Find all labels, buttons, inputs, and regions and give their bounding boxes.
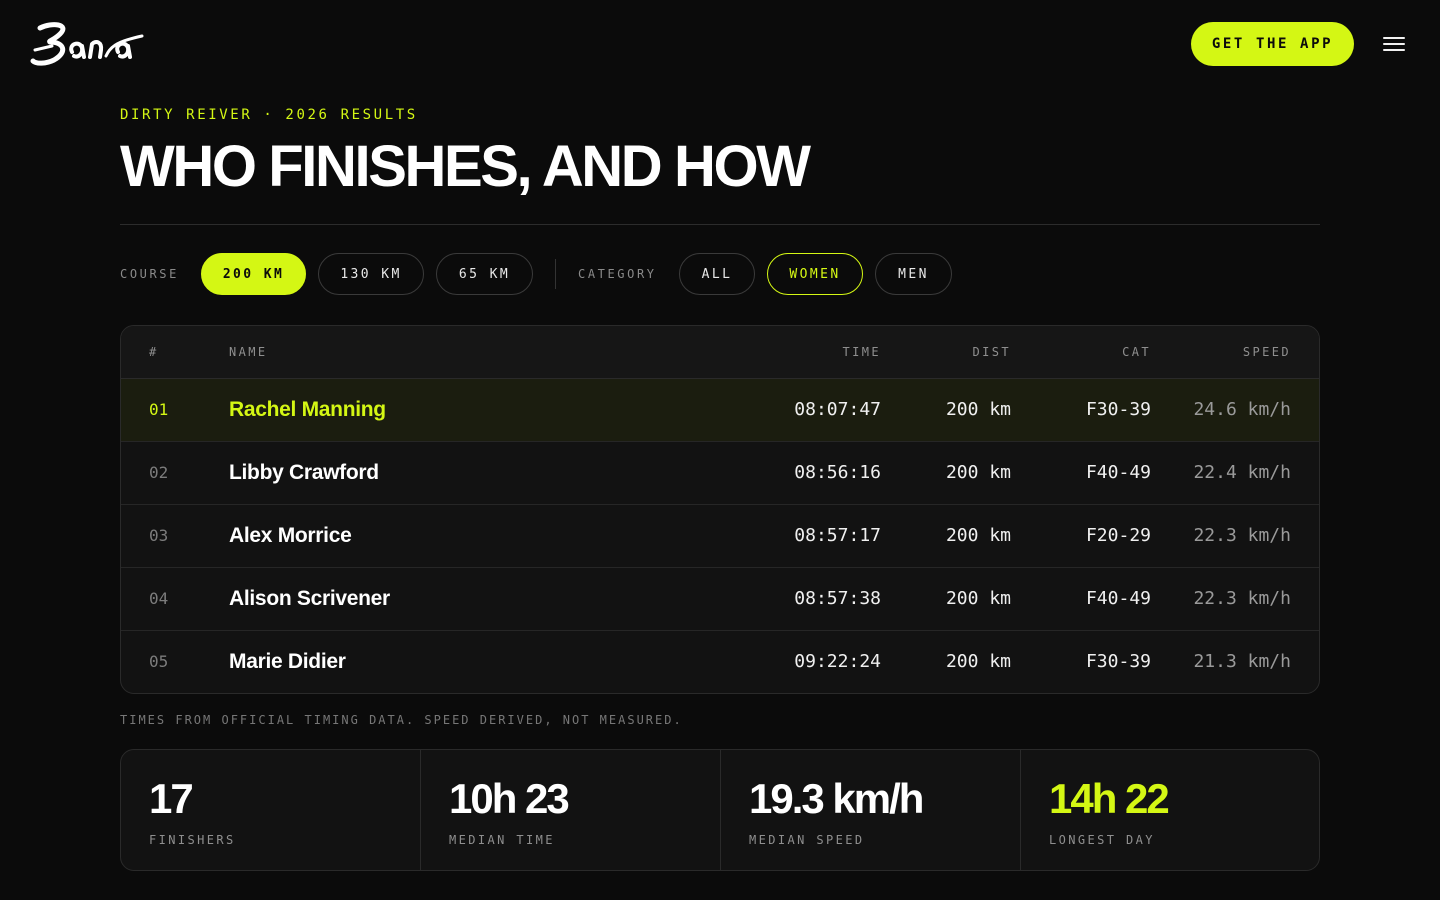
brand-logo-wordmark	[30, 22, 144, 66]
course-filter-label: COURSE	[120, 267, 179, 281]
row-dist: 200 km	[945, 588, 1011, 609]
stat-label: LONGEST DAY	[1049, 833, 1155, 847]
category-filter-label: CATEGORY	[578, 267, 657, 281]
row-speed: 22.3 km/h	[1193, 525, 1291, 546]
row-name: Marie Didier	[229, 650, 346, 673]
row-speed: 22.4 km/h	[1193, 462, 1291, 483]
row-name: Libby Crawford	[229, 461, 379, 484]
category-men-pill[interactable]: MEN	[875, 253, 952, 295]
stat-value: 14h 22	[1049, 775, 1170, 822]
hamburger-icon-line	[1383, 43, 1405, 45]
category-women-pill[interactable]: WOMEN	[767, 253, 863, 295]
page-title: WHO FINISHES, AND HOW	[120, 134, 811, 199]
row-rank: 03	[149, 526, 169, 545]
row-cat: F40-49	[1085, 588, 1151, 609]
row-dist: 200 km	[945, 399, 1011, 420]
stat-value: 19.3 km/h	[749, 775, 924, 822]
row-rank: 02	[149, 463, 169, 482]
filter-bar: COURSE 200 KM 130 KM 65 KM CATEGORY ALL …	[120, 253, 1320, 295]
hamburger-icon-line	[1383, 49, 1405, 51]
column-header-name[interactable]: NAME	[229, 345, 268, 359]
column-header-speed[interactable]: SPEED	[1243, 345, 1291, 359]
section-divider	[120, 224, 1320, 225]
row-name: Rachel Manning	[229, 398, 386, 421]
column-header-dist[interactable]: DIST	[973, 345, 1012, 359]
course-65km-pill[interactable]: 65 KM	[436, 253, 533, 295]
table-row[interactable]: 04 Alison Scrivener 08:57:38 200 km F40-…	[121, 568, 1319, 631]
row-rank: 04	[149, 589, 169, 608]
row-dist: 200 km	[945, 525, 1011, 546]
stat-median-speed: 19.3 km/h MEDIAN SPEED	[721, 750, 1021, 870]
stat-value: 17	[149, 775, 194, 822]
row-rank: 05	[149, 652, 169, 671]
row-rank: 01	[149, 400, 169, 419]
row-time: 08:07:47	[794, 399, 881, 420]
hamburger-icon	[1383, 37, 1405, 39]
course-200km-pill[interactable]: 200 KM	[201, 253, 306, 295]
course-130km-pill[interactable]: 130 KM	[318, 253, 424, 295]
hamburger-menu-button[interactable]	[1381, 32, 1407, 56]
column-header-time[interactable]: TIME	[843, 345, 882, 359]
column-header-cat[interactable]: CAT	[1122, 345, 1151, 359]
table-row[interactable]: 02 Libby Crawford 08:56:16 200 km F40-49…	[121, 442, 1319, 505]
row-time: 08:56:16	[794, 462, 881, 483]
get-the-app-button[interactable]: GET THE APP	[1191, 22, 1354, 66]
row-cat: F40-49	[1085, 462, 1151, 483]
row-cat: F30-39	[1085, 651, 1151, 672]
column-header-rank[interactable]: #	[149, 345, 159, 359]
stat-finishers: 17 FINISHERS	[121, 750, 421, 870]
row-speed: 22.3 km/h	[1193, 588, 1291, 609]
row-dist: 200 km	[945, 651, 1011, 672]
row-time: 08:57:17	[794, 525, 881, 546]
row-dist: 200 km	[945, 462, 1011, 483]
table-row[interactable]: 03 Alex Morrice 08:57:17 200 km F20-29 2…	[121, 505, 1319, 568]
stat-label: MEDIAN SPEED	[749, 833, 865, 847]
category-all-pill[interactable]: ALL	[679, 253, 755, 295]
stat-label: FINISHERS	[149, 833, 236, 847]
stats-panel: 17 FINISHERS 10h 23 MEDIAN TIME 19.3 km/…	[120, 749, 1320, 871]
stat-label: MEDIAN TIME	[449, 833, 555, 847]
table-row[interactable]: 01 Rachel Manning 08:07:47 200 km F30-39…	[121, 379, 1319, 442]
results-table: # NAME TIME DIST CAT SPEED 01 Rachel Man…	[120, 325, 1320, 694]
row-cat: F20-29	[1085, 525, 1151, 546]
brand-logo[interactable]	[30, 22, 146, 68]
stat-longest-day: 14h 22 LONGEST DAY	[1021, 750, 1319, 870]
row-time: 09:22:24	[794, 651, 881, 672]
row-speed: 21.3 km/h	[1193, 651, 1291, 672]
table-footnote: TIMES FROM OFFICIAL TIMING DATA. SPEED D…	[120, 713, 683, 727]
row-name: Alex Morrice	[229, 524, 352, 547]
stat-value: 10h 23	[449, 775, 570, 822]
row-time: 08:57:38	[794, 588, 881, 609]
row-speed: 24.6 km/h	[1193, 399, 1291, 420]
table-header: # NAME TIME DIST CAT SPEED	[121, 326, 1319, 379]
table-row[interactable]: 05 Marie Didier 09:22:24 200 km F30-39 2…	[121, 631, 1319, 693]
filter-divider	[555, 259, 556, 289]
page-eyebrow: DIRTY REIVER · 2026 RESULTS	[120, 107, 418, 123]
row-cat: F30-39	[1085, 399, 1151, 420]
stat-median-time: 10h 23 MEDIAN TIME	[421, 750, 721, 870]
row-name: Alison Scrivener	[229, 587, 390, 610]
